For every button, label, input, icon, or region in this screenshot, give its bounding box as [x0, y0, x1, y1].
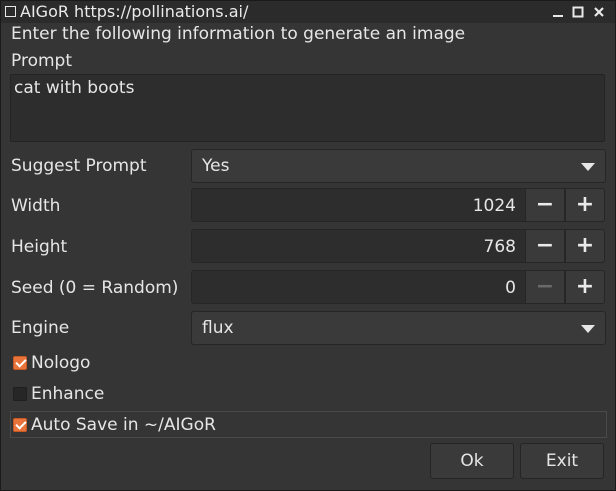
- maximize-icon[interactable]: [570, 4, 586, 20]
- exit-button[interactable]: Exit: [520, 443, 604, 479]
- height-spinner: 768 − +: [191, 229, 606, 263]
- minimize-icon[interactable]: [550, 4, 566, 20]
- width-label: Width: [11, 196, 61, 216]
- enhance-checkbox[interactable]: [13, 387, 27, 401]
- engine-select[interactable]: flux: [191, 311, 606, 345]
- autosave-label[interactable]: Auto Save in ~/AIGoR: [31, 415, 216, 435]
- nologo-label[interactable]: Nologo: [31, 353, 90, 373]
- suggest-prompt-select[interactable]: Yes: [191, 149, 606, 183]
- seed-label: Seed (0 = Random): [11, 278, 179, 298]
- prompt-input[interactable]: cat with boots: [10, 74, 605, 142]
- height-value: 768: [483, 237, 516, 257]
- seed-decrement-button[interactable]: −: [525, 270, 565, 304]
- seed-input[interactable]: 0: [191, 270, 526, 304]
- height-input[interactable]: 768: [191, 229, 526, 263]
- engine-value: flux: [202, 318, 234, 338]
- chevron-down-icon: [581, 163, 595, 171]
- seed-value: 0: [505, 278, 516, 298]
- autosave-checkbox[interactable]: [13, 418, 27, 432]
- dialog-window: AIGoR https://pollinations.ai/ Enter the…: [0, 0, 616, 491]
- enhance-label[interactable]: Enhance: [31, 384, 104, 404]
- height-increment-button[interactable]: +: [565, 229, 605, 263]
- app-icon: [5, 6, 16, 17]
- title-bar[interactable]: AIGoR https://pollinations.ai/: [1, 1, 615, 23]
- seed-spinner: 0 − +: [191, 270, 606, 304]
- width-decrement-button[interactable]: −: [525, 188, 565, 222]
- height-label: Height: [11, 237, 68, 257]
- ok-button[interactable]: Ok: [430, 443, 514, 479]
- suggest-prompt-value: Yes: [202, 156, 230, 176]
- width-input[interactable]: 1024: [191, 188, 526, 222]
- suggest-prompt-label: Suggest Prompt: [11, 156, 147, 176]
- width-spinner: 1024 − +: [191, 188, 606, 222]
- instructions-text: Enter the following information to gener…: [11, 24, 466, 44]
- width-value: 1024: [472, 196, 516, 216]
- close-icon[interactable]: [591, 4, 607, 20]
- window-title: AIGoR https://pollinations.ai/: [20, 2, 249, 21]
- engine-label: Engine: [11, 318, 70, 338]
- width-increment-button[interactable]: +: [565, 188, 605, 222]
- prompt-label: Prompt: [11, 51, 72, 71]
- nologo-checkbox[interactable]: [13, 356, 27, 370]
- height-decrement-button[interactable]: −: [525, 229, 565, 263]
- seed-increment-button[interactable]: +: [565, 270, 605, 304]
- chevron-down-icon: [581, 325, 595, 333]
